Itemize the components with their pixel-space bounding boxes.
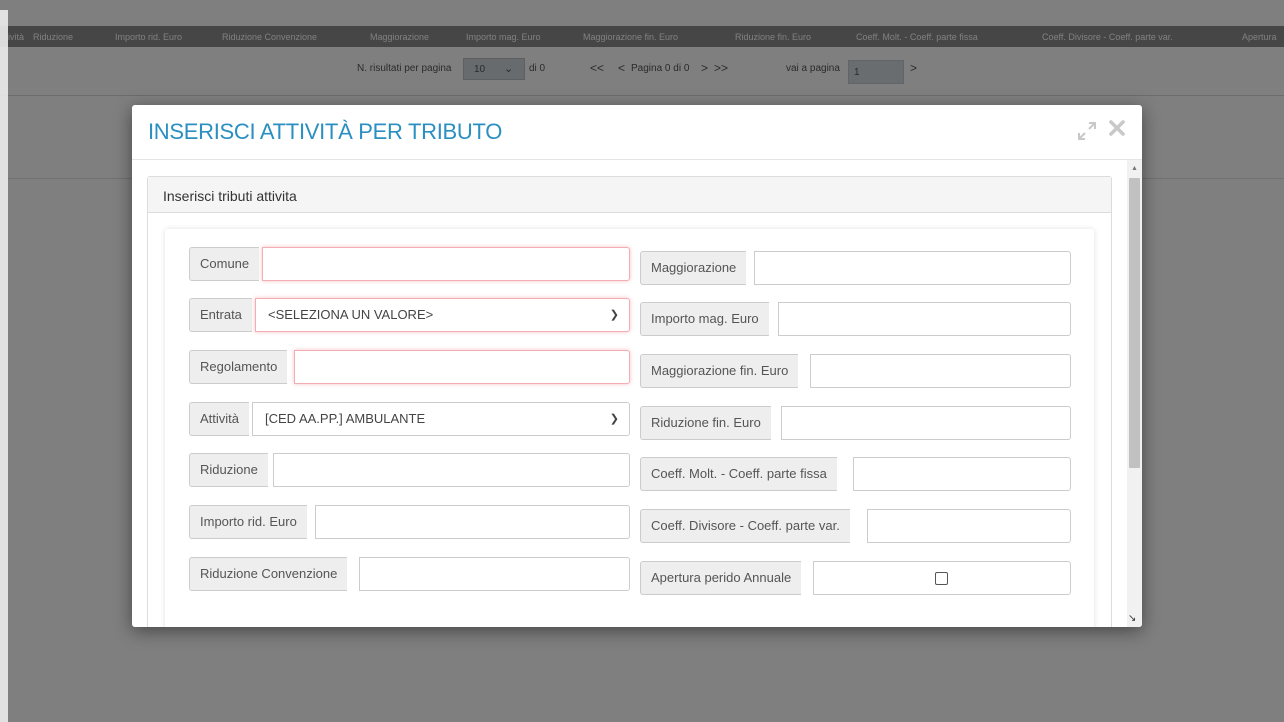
coeff-divisore-label: Coeff. Divisore - Coeff. parte var. [640, 509, 850, 543]
riduzione-convenzione-label: Riduzione Convenzione [189, 557, 348, 591]
modal-scrollbar[interactable]: ▲ [1127, 160, 1142, 627]
importo-mag-label: Importo mag. Euro [640, 302, 769, 336]
maggiorazione-fin-label: Maggiorazione fin. Euro [640, 354, 799, 388]
entrata-field: Entrata <SELEZIONA UN VALORE> ❯ [189, 298, 630, 332]
importo-rid-input[interactable] [315, 505, 630, 539]
importo-mag-field: Importo mag. Euro [640, 302, 1071, 336]
maggiorazione-fin-input[interactable] [810, 354, 1071, 388]
scroll-up-arrow-icon[interactable]: ▲ [1131, 165, 1138, 172]
form-box: Comune Entrata <SELEZIONA UN VALORE> ❯ R… [165, 229, 1094, 627]
entrata-label: Entrata [189, 298, 252, 332]
coeff-molt-input[interactable] [853, 457, 1071, 491]
panel-heading-text: Inserisci tributi attivita [163, 188, 297, 204]
importo-rid-label: Importo rid. Euro [189, 505, 307, 539]
importo-rid-field: Importo rid. Euro [189, 505, 630, 539]
modal-title: INSERISCI ATTIVITÀ PER TRIBUTO [148, 119, 503, 144]
coeff-divisore-input[interactable] [867, 509, 1071, 543]
modal-body: Inserisci tributi attivita Comune Entrat… [132, 160, 1127, 627]
maggiorazione-input[interactable] [754, 251, 1071, 285]
regolamento-label: Regolamento [189, 350, 288, 384]
riduzione-convenzione-input[interactable] [359, 557, 630, 591]
riduzione-input[interactable] [273, 453, 630, 487]
panel-heading: Inserisci tributi attivita [148, 177, 1111, 213]
entrata-selected-value: <SELEZIONA UN VALORE> [268, 307, 434, 322]
expand-icon[interactable] [1076, 120, 1098, 142]
regolamento-input[interactable] [294, 350, 630, 384]
insert-activity-modal: INSERISCI ATTIVITÀ PER TRIBUTO Inserisci… [132, 105, 1142, 627]
attivita-selected-value: [CED AA.PP.] AMBULANTE [265, 411, 426, 426]
side-strip [0, 10, 8, 722]
attivita-field: Attività [CED AA.PP.] AMBULANTE ❯ [189, 402, 630, 436]
comune-input[interactable] [262, 247, 630, 281]
coeff-divisore-field: Coeff. Divisore - Coeff. parte var. [640, 509, 1071, 543]
comune-field: Comune [189, 247, 630, 281]
scrollbar-thumb[interactable] [1129, 178, 1140, 468]
modal-header: INSERISCI ATTIVITÀ PER TRIBUTO [132, 105, 1142, 160]
maggiorazione-field: Maggiorazione [640, 251, 1071, 285]
chevron-down-icon: ❯ [609, 309, 619, 321]
riduzione-label: Riduzione [189, 453, 268, 487]
attivita-select[interactable]: [CED AA.PP.] AMBULANTE ❯ [252, 402, 630, 436]
riduzione-fin-label: Riduzione fin. Euro [640, 406, 771, 440]
resize-grip-icon[interactable]: ↘ [1128, 613, 1136, 624]
comune-label: Comune [189, 247, 260, 281]
riduzione-convenzione-field: Riduzione Convenzione [189, 557, 630, 591]
apertura-periodo-label: Apertura perido Annuale [640, 561, 802, 595]
apertura-periodo-checkbox[interactable] [935, 572, 948, 585]
importo-mag-input[interactable] [778, 302, 1071, 336]
chevron-down-icon: ❯ [609, 413, 619, 425]
maggiorazione-fin-field: Maggiorazione fin. Euro [640, 354, 1071, 388]
riduzione-field: Riduzione [189, 453, 630, 487]
entrata-select[interactable]: <SELEZIONA UN VALORE> ❯ [255, 298, 630, 332]
maggiorazione-label: Maggiorazione [640, 251, 747, 285]
riduzione-fin-field: Riduzione fin. Euro [640, 406, 1071, 440]
coeff-molt-field: Coeff. Molt. - Coeff. parte fissa [640, 457, 1071, 491]
insert-tributes-panel: Inserisci tributi attivita Comune Entrat… [147, 176, 1112, 627]
close-icon[interactable] [1106, 117, 1128, 141]
regolamento-field: Regolamento [189, 350, 630, 384]
attivita-label: Attività [189, 402, 250, 436]
apertura-periodo-field: Apertura perido Annuale [640, 561, 1071, 595]
coeff-molt-label: Coeff. Molt. - Coeff. parte fissa [640, 457, 837, 491]
riduzione-fin-input[interactable] [781, 406, 1071, 440]
apertura-periodo-box [813, 561, 1071, 595]
